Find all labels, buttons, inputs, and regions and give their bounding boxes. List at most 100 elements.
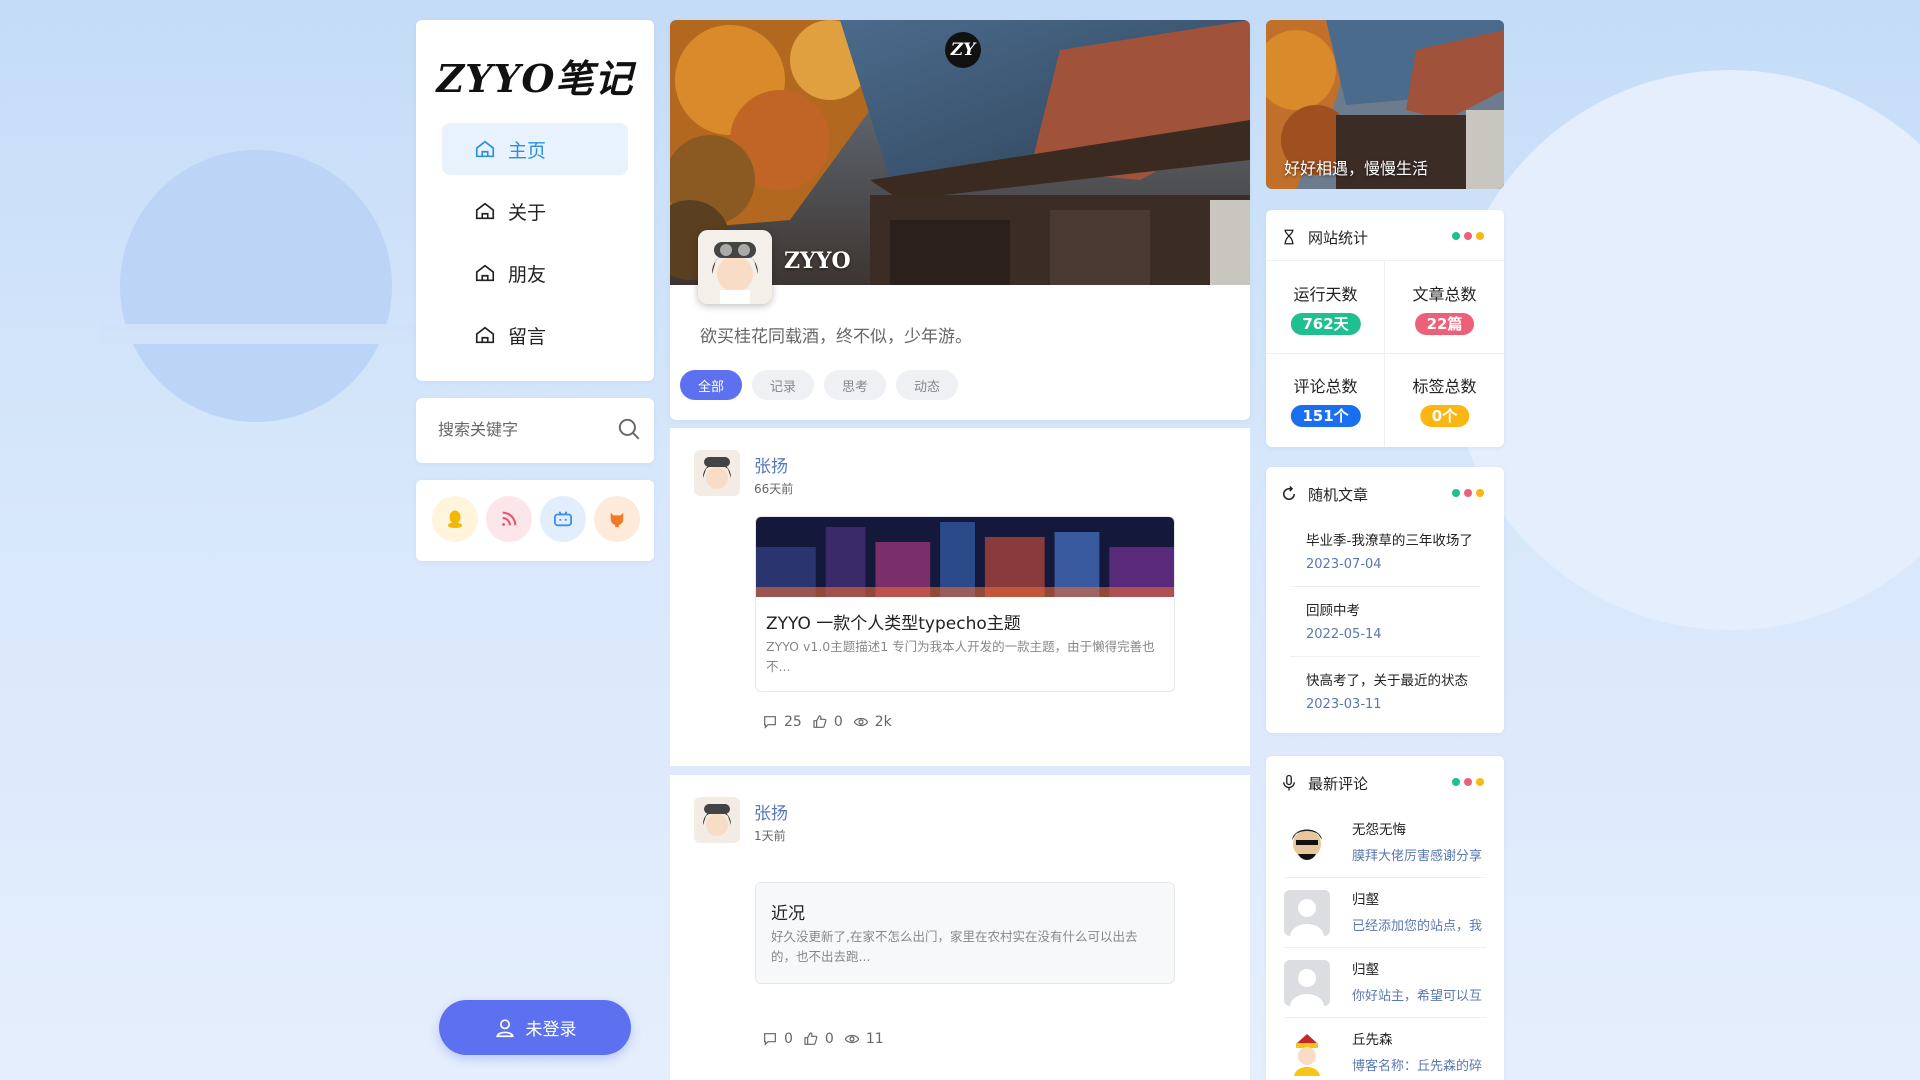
tab-moments[interactable]: 动态 [896, 370, 959, 400]
profile-card: ZY ZYYO 欲买桂花同载酒，终不似，少年游。 全部 记录 思考 动态 [670, 20, 1250, 420]
rss-button[interactable] [486, 496, 532, 542]
nav-item-guestbook[interactable]: 留言 [442, 309, 628, 361]
random-title: 随机文章 [1308, 485, 1369, 504]
random-post-item[interactable]: 回顾中考 2022-05-14 [1290, 589, 1480, 657]
stats-title: 网站统计 [1308, 228, 1369, 247]
post-preview-card[interactable]: ZYYO 一款个人类型typecho主题 ZYYO v1.0主题描述1 专门为我… [755, 516, 1175, 692]
dots-decor [1448, 489, 1484, 497]
latest-comments-card: 最新评论 无怨无悔 膜拜大佬厉害感谢分享 归壑 已经添加您的站点，我 归壑 你好… [1266, 756, 1504, 1080]
post-excerpt: ZYYO v1.0主题描述1 专门为我本人开发的一款主题，由于懒得完善也不... [766, 639, 1155, 674]
site-stats-card: 网站统计 运行天数 762天 文章总数 22篇 评论总数 151个 标签总数 0… [1266, 210, 1504, 447]
post-author-name[interactable]: 张扬 [754, 799, 788, 824]
stats-header: 网站统计 [1280, 224, 1490, 250]
comment-icon [764, 1033, 776, 1046]
nav-item-label: 主页 [508, 139, 547, 162]
home-icon [475, 264, 495, 282]
social-card [416, 480, 654, 561]
site-logo[interactable]: ZYYO笔记 [416, 48, 654, 103]
post-cover-image [756, 517, 1174, 597]
post-preview-card[interactable]: 近况 好久没更新了,在家不怎么出门，家里在农村实在没有什么可以出去的，也不出去跑… [755, 882, 1175, 984]
nav-card: ZYYO笔记 主页 关于 朋友 留言 [416, 20, 654, 381]
rss-icon [502, 511, 517, 526]
profile-name: ZYYO [784, 248, 851, 274]
dots-decor [1448, 778, 1484, 786]
stat-tag-count: 标签总数 0个 [1412, 377, 1477, 427]
comment-item[interactable]: 丘先森 博客名称：丘先森的碎 [1284, 1018, 1486, 1080]
tab-thoughts[interactable]: 思考 [824, 370, 887, 400]
nav-item-label: 朋友 [508, 263, 547, 286]
post-card: 张扬 1天前 近况 好久没更新了,在家不怎么出门，家里在农村实在没有什么可以出去… [670, 775, 1250, 1080]
like-count[interactable]: 0 [812, 714, 843, 730]
post-title: ZYYO 一款个人类型typecho主题 [766, 614, 1021, 634]
avatar [1284, 1030, 1330, 1076]
random-posts-card: 随机文章 毕业季-我潦草的三年收场了 2023-07-04 回顾中考 2022-… [1266, 467, 1504, 733]
comment-count[interactable]: 0 [762, 1031, 793, 1047]
avatar [1284, 890, 1330, 936]
zy-badge: ZY [945, 32, 981, 68]
profile-motto: 欲买桂花同载酒，终不似，少年游。 [700, 327, 972, 347]
tab-records[interactable]: 记录 [752, 370, 815, 400]
view-count: 11 [844, 1031, 884, 1047]
comment-item[interactable]: 归壑 你好站主，希望可以互 [1284, 948, 1486, 1018]
github-icon [610, 512, 624, 528]
comment-count[interactable]: 25 [762, 714, 802, 730]
post-excerpt: 好久没更新了,在家不怎么出门，家里在农村实在没有什么可以出去的，也不出去跑... [771, 929, 1138, 964]
home-icon [475, 326, 495, 344]
comment-icon [764, 716, 776, 729]
comments-header: 最新评论 [1280, 770, 1490, 796]
comments-title: 最新评论 [1308, 774, 1369, 793]
bg-decor-circle [1450, 70, 1920, 630]
search-card [416, 398, 654, 463]
category-tabs: 全部 记录 思考 动态 [680, 370, 968, 400]
bg-decor-cut [100, 324, 420, 344]
post-author-avatar[interactable] [694, 797, 740, 843]
post-meta: 0 0 11 [762, 1031, 894, 1047]
post-meta: 25 0 2k [762, 714, 902, 730]
nav-item-home[interactable]: 主页 [442, 123, 628, 175]
sidebar-banner-caption: 好好相遇，慢慢生活 [1284, 159, 1429, 178]
github-button[interactable] [594, 496, 640, 542]
comment-item[interactable]: 归壑 已经添加您的站点，我 [1284, 878, 1486, 948]
tab-all[interactable]: 全部 [680, 370, 743, 400]
profile-avatar[interactable] [698, 230, 772, 304]
sidebar-banner-image[interactable]: 好好相遇，慢慢生活 [1266, 20, 1504, 189]
microphone-icon [1283, 774, 1295, 791]
post-time: 1天前 [754, 829, 786, 843]
qq-button[interactable] [432, 496, 478, 542]
bg-decor-circle [120, 150, 392, 422]
nav-item-about[interactable]: 关于 [442, 185, 628, 237]
home-icon [475, 202, 495, 220]
stat-run-days: 运行天数 762天 [1266, 261, 1385, 353]
user-icon [495, 1018, 514, 1037]
login-label: 未登录 [525, 1020, 577, 1040]
random-header: 随机文章 [1280, 481, 1490, 507]
search-button[interactable] [612, 412, 646, 446]
refresh-icon [1283, 485, 1295, 500]
view-count: 2k [853, 714, 892, 730]
nav-item-friends[interactable]: 朋友 [442, 247, 628, 299]
random-post-item[interactable]: 快高考了，关于最近的状态 2023-03-11 [1290, 659, 1480, 727]
hourglass-icon [1284, 229, 1294, 245]
stat-comment-count: 评论总数 151个 [1266, 353, 1385, 445]
eye-icon [853, 717, 869, 727]
post-title: 近况 [771, 904, 805, 924]
post-author-avatar[interactable] [694, 450, 740, 496]
eye-icon [844, 1034, 860, 1044]
avatar [1284, 820, 1330, 866]
nav-item-label: 留言 [508, 325, 547, 348]
random-post-item[interactable]: 毕业季-我潦草的三年收场了 2023-07-04 [1290, 519, 1480, 587]
dots-decor [1448, 232, 1484, 240]
avatar [1284, 960, 1330, 1006]
thumbs-up-icon [813, 715, 827, 728]
bilibili-button[interactable] [540, 496, 586, 542]
thumbs-up-icon [804, 1032, 818, 1045]
like-count[interactable]: 0 [803, 1031, 834, 1047]
comment-item[interactable]: 无怨无悔 膜拜大佬厉害感谢分享 [1284, 808, 1486, 878]
login-button[interactable]: 未登录 [439, 1000, 631, 1055]
stat-post-count: 文章总数 22篇 [1412, 285, 1477, 335]
post-author-name[interactable]: 张扬 [754, 452, 788, 477]
nav-item-label: 关于 [508, 201, 547, 224]
qq-icon [447, 510, 463, 528]
home-icon [475, 140, 495, 158]
search-input[interactable] [438, 416, 608, 446]
